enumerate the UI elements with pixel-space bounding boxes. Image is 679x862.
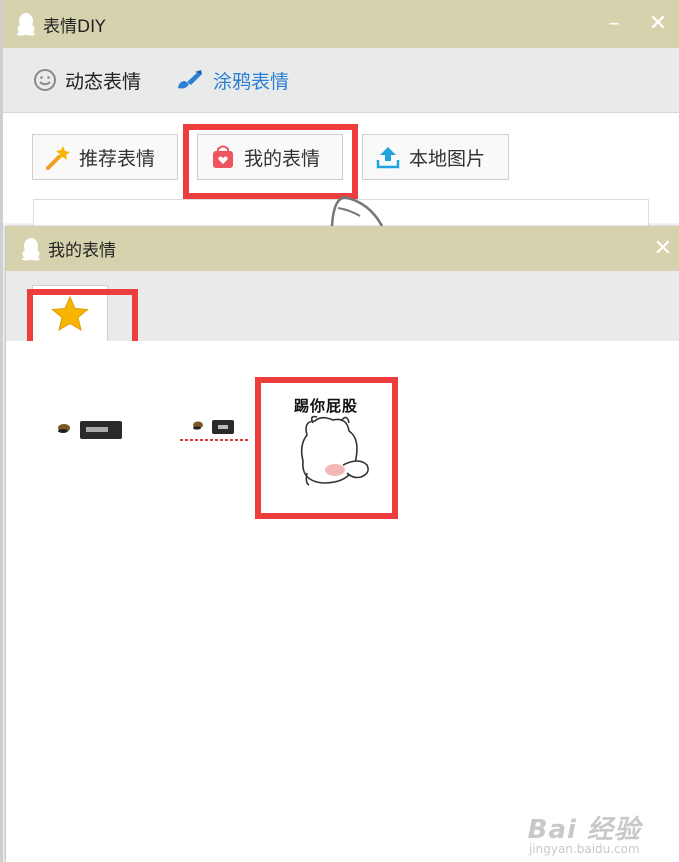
qq-penguin-icon bbox=[20, 236, 42, 262]
diy-window-title: 表情DIY bbox=[43, 16, 106, 37]
watermark-sub: jingyan.baidu.com bbox=[528, 842, 640, 856]
local-image-label: 本地图片 bbox=[409, 147, 486, 170]
tab-animated-emoticon[interactable]: 动态表情 bbox=[33, 67, 141, 94]
mode-tab-bar: 动态表情 涂鸦表情 bbox=[3, 48, 679, 113]
close-icon: ✕ bbox=[653, 235, 673, 261]
qq-penguin-icon bbox=[15, 11, 37, 37]
tab-doodle-label: 涂鸦表情 bbox=[213, 70, 290, 93]
local-image-button[interactable]: 本地图片 bbox=[362, 134, 509, 180]
sticker-1[interactable] bbox=[56, 416, 126, 446]
paint-brush-icon bbox=[175, 68, 205, 92]
my-emoticons-title-bar[interactable]: 我的表情 ✕ bbox=[6, 226, 679, 271]
minimize-button[interactable]: – bbox=[601, 10, 627, 36]
tab-animated-label: 动态表情 bbox=[65, 70, 142, 93]
watermark-main: Bai 经验 bbox=[527, 815, 641, 845]
sticker-2[interactable] bbox=[178, 416, 254, 446]
close-button[interactable]: ✕ bbox=[645, 10, 671, 36]
doodle-stroke bbox=[330, 196, 384, 227]
recommended-emoticons-button[interactable]: 推荐表情 bbox=[32, 134, 178, 180]
inner-close-button[interactable]: ✕ bbox=[650, 235, 676, 261]
my-emoticons-window: 我的表情 ✕ 踢你屁股 Bai 经验 jingyan.baidu.com bbox=[6, 226, 679, 862]
magic-wand-icon bbox=[45, 144, 71, 170]
tab-doodle-emoticon[interactable]: 涂鸦表情 bbox=[175, 67, 289, 94]
baidu-jingyan-watermark: Bai 经验 jingyan.baidu.com bbox=[528, 809, 641, 856]
my-emoticons-title: 我的表情 bbox=[48, 241, 116, 261]
smiley-icon bbox=[33, 68, 57, 92]
recommended-label: 推荐表情 bbox=[79, 147, 156, 170]
close-icon: ✕ bbox=[648, 10, 668, 36]
minimize-icon: – bbox=[608, 10, 620, 36]
upload-icon bbox=[375, 144, 401, 170]
diy-title-bar[interactable]: 表情DIY – ✕ bbox=[3, 0, 679, 48]
highlight-sticker bbox=[255, 377, 398, 519]
